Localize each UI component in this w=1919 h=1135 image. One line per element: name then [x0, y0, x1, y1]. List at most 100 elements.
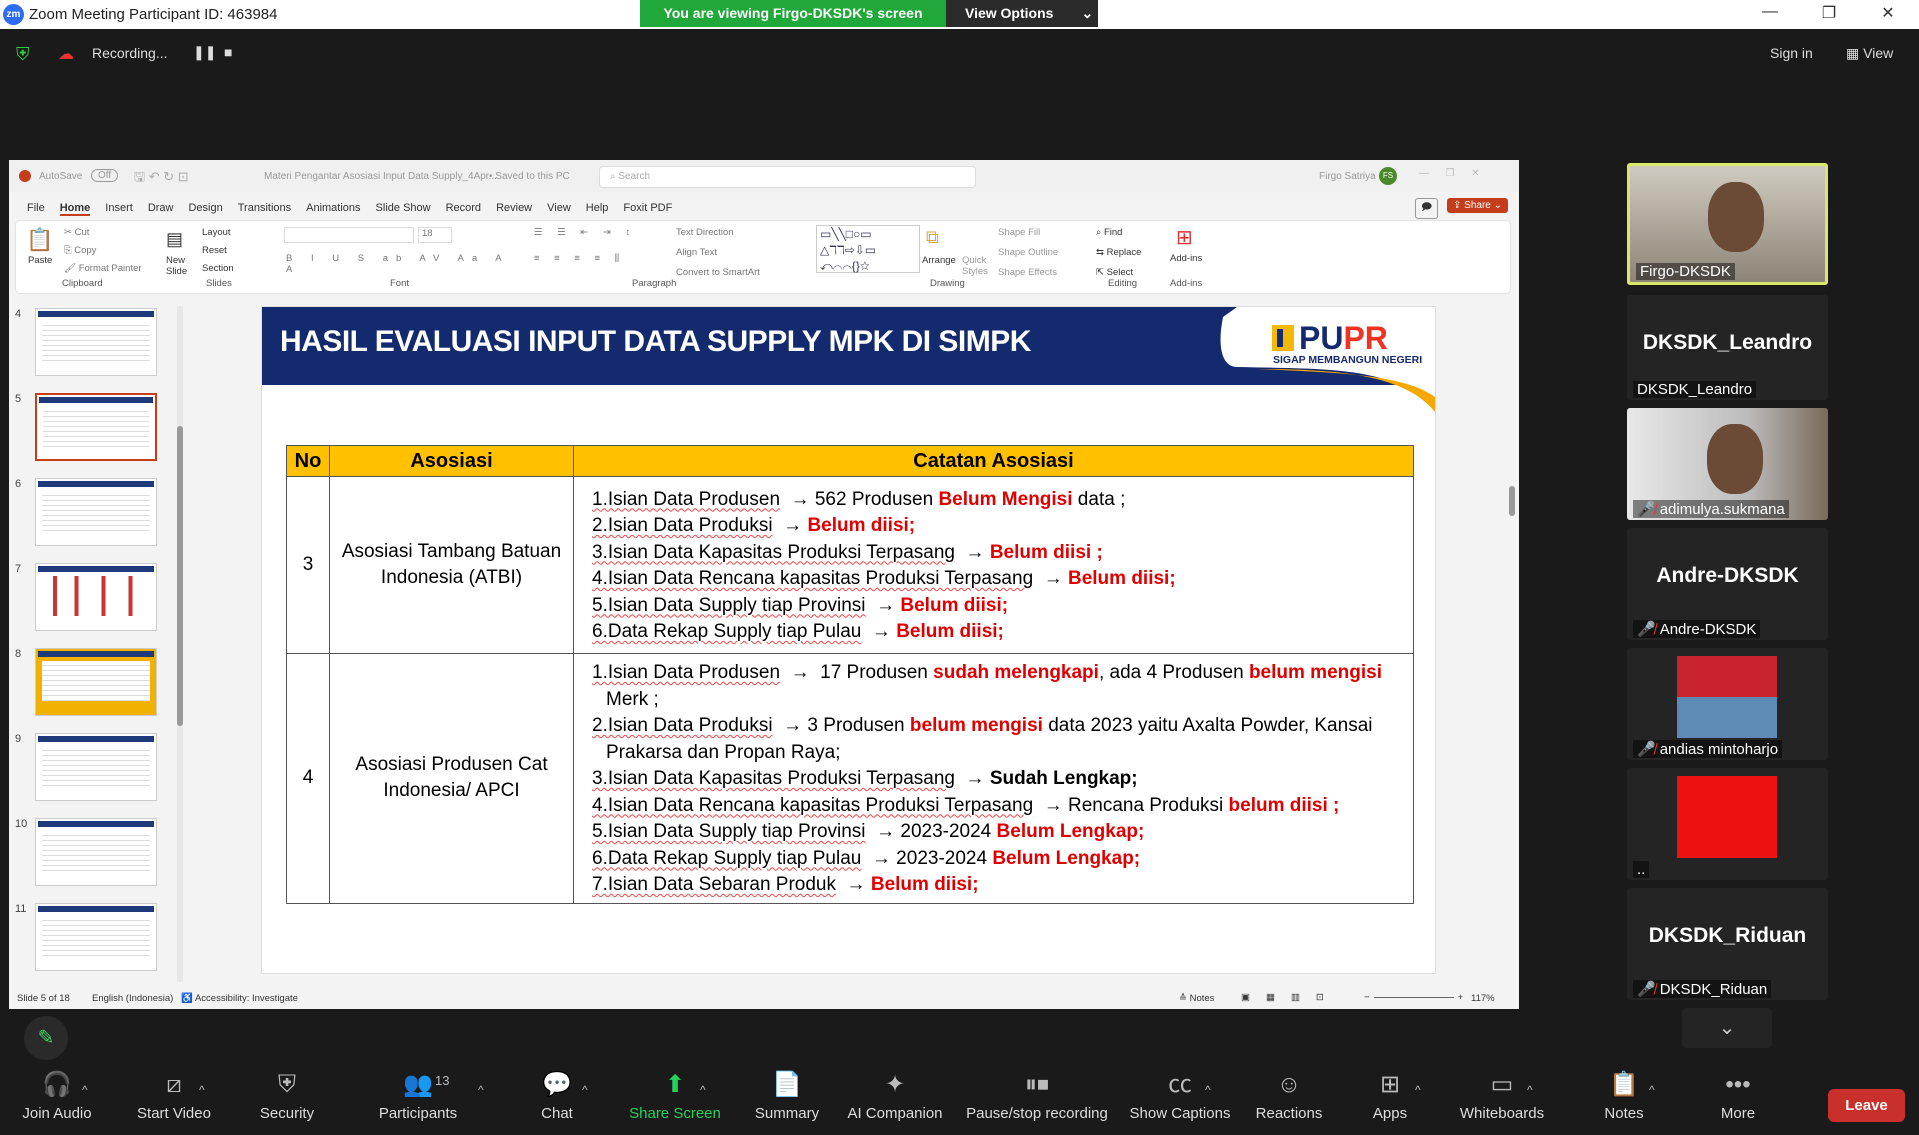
comments-button[interactable]: 🗩	[1415, 198, 1439, 219]
select-button[interactable]: ⇱ Select	[1096, 267, 1133, 278]
arrange-button[interactable]: Arrange	[922, 255, 956, 266]
note-text: →	[954, 768, 990, 789]
participants-button[interactable]: 👥 13 ^ Participants	[343, 1065, 493, 1122]
participant-tile[interactable]: 🎤̸ adimulya.sukmana	[1627, 408, 1828, 520]
sign-in-button[interactable]: Sign in	[1770, 45, 1813, 61]
font-size-select[interactable]: 18	[418, 227, 452, 243]
user-avatar[interactable]: FS	[1379, 167, 1397, 185]
participant-tile[interactable]: ..	[1627, 768, 1828, 880]
minimize-button[interactable]: —	[1750, 3, 1790, 21]
participant-tile[interactable]: Firgo-DKSDK	[1627, 163, 1828, 285]
zoom-level[interactable]: 117%	[1471, 993, 1495, 1004]
accessibility-status[interactable]: ♿ Accessibility: Investigate	[181, 993, 298, 1004]
security-button[interactable]: ⛨ Security	[212, 1065, 362, 1122]
copy-button[interactable]: ⎘ Copy	[64, 245, 96, 256]
quick-access-icons[interactable]: 🖫 ↶ ↻ ⊡	[134, 168, 189, 190]
share-button[interactable]: ⇪ Share ⌄	[1447, 198, 1509, 213]
shield-check-icon[interactable]: ⛨	[16, 44, 30, 65]
slide-thumbnail[interactable]	[35, 818, 157, 886]
autosave-toggle[interactable]: Off	[91, 169, 119, 182]
leave-button[interactable]: Leave	[1828, 1089, 1905, 1122]
status-highlight: Belum Lengkap;	[996, 821, 1145, 842]
font-name-select[interactable]	[284, 227, 414, 243]
tab-insert[interactable]: Insert	[105, 202, 133, 214]
view-mode-buttons[interactable]: ▣▦▥⊡	[1241, 992, 1340, 1003]
participant-tile[interactable]: DKSDK_Riduan 🎤̸ DKSDK_Riduan	[1627, 888, 1828, 1000]
view-options-button[interactable]: View Options ⌄	[946, 0, 1098, 27]
ai-companion-button[interactable]: ✦ AI Companion	[820, 1065, 970, 1122]
caret-up-icon[interactable]: ^	[1415, 1083, 1421, 1097]
shape-effects-button[interactable]: Shape Effects	[998, 267, 1057, 278]
quick-styles-button[interactable]: Quick Styles	[962, 255, 992, 277]
new-slide-button[interactable]: New Slide	[166, 255, 194, 277]
more-button[interactable]: ••• More	[1663, 1065, 1813, 1122]
format-painter-button[interactable]: 🖌 Format Painter	[64, 263, 142, 274]
caret-up-icon[interactable]: ^	[1205, 1083, 1211, 1097]
tab-design[interactable]: Design	[188, 202, 222, 214]
slide-thumbnail[interactable]	[35, 563, 157, 631]
toolbar-label: More	[1720, 1105, 1756, 1122]
slide-thumbnail[interactable]	[35, 648, 157, 716]
notes-button[interactable]: ≙ Notes	[1179, 993, 1214, 1004]
tab-help[interactable]: Help	[586, 202, 609, 214]
reset-button[interactable]: Reset	[202, 245, 227, 256]
shape-outline-button[interactable]: Shape Outline	[998, 247, 1058, 258]
slide-thumbnail[interactable]	[35, 903, 157, 971]
participant-tile[interactable]: Andre-DKSDK 🎤̸ Andre-DKSDK	[1627, 528, 1828, 640]
slide-scrollbar[interactable]	[1509, 306, 1515, 982]
caret-up-icon[interactable]: ^	[582, 1083, 588, 1097]
shapes-gallery[interactable]: ▭╲╲□○▭ △ℸℸ⇨⇩▭ ⤺⌒⌒{}☆	[816, 225, 920, 273]
caret-up-icon[interactable]: ^	[1527, 1083, 1533, 1097]
participant-tile[interactable]: 🎤̸ andias mintoharjo	[1627, 648, 1828, 760]
tab-animations[interactable]: Animations	[306, 202, 360, 214]
pause-stop-recording-button[interactable]: ⏸⏹ Pause/stop recording	[962, 1065, 1112, 1122]
scroll-participants-down-button[interactable]: ⌄	[1682, 1008, 1772, 1048]
tab-transitions[interactable]: Transitions	[238, 202, 291, 214]
pause-recording-button[interactable]: ❚❚	[193, 44, 216, 61]
ppt-window-controls[interactable]: — ❐ ✕	[1419, 168, 1480, 179]
thumbnail-content	[42, 916, 150, 956]
caret-up-icon[interactable]: ^	[700, 1083, 706, 1097]
caret-up-icon[interactable]: ^	[199, 1083, 205, 1097]
tab-slide-show[interactable]: Slide Show	[376, 202, 431, 214]
thumbnail-scrollbar[interactable]	[177, 306, 183, 982]
font-format-buttons[interactable]: B I U S ab AV Aa A A	[286, 253, 522, 275]
shape-fill-button[interactable]: Shape Fill	[998, 227, 1040, 238]
caret-up-icon[interactable]: ^	[82, 1083, 88, 1097]
tab-file[interactable]: File	[27, 202, 45, 214]
row-number: 3	[286, 476, 330, 654]
align-buttons[interactable]: ≡ ≡ ≡ ≡ ⫼	[534, 253, 625, 264]
cut-button[interactable]: ✂ Cut	[64, 227, 89, 238]
tab-view[interactable]: View	[547, 202, 571, 214]
addins-icon: ⊞	[1176, 227, 1193, 249]
addins-button[interactable]: Add-ins	[1170, 253, 1202, 264]
language-status[interactable]: English (Indonesia)	[92, 993, 173, 1004]
search-input[interactable]: ⌕ Search	[599, 166, 976, 188]
slide-thumbnail[interactable]	[35, 308, 157, 376]
find-button[interactable]: ⌕ Find	[1096, 227, 1122, 238]
zoom-slider[interactable]: − +	[1364, 992, 1463, 1003]
slide-thumbnail[interactable]	[35, 733, 157, 801]
restore-button[interactable]: ❐	[1809, 3, 1849, 23]
slide-thumbnail[interactable]	[35, 478, 157, 546]
tab-review[interactable]: Review	[496, 202, 532, 214]
list-buttons[interactable]: ☰ ☰ ⇤ ⇥ ↕	[534, 227, 636, 238]
annotate-pencil-icon[interactable]: ✎	[24, 1016, 68, 1060]
slide-thumbnail[interactable]	[35, 393, 157, 461]
paste-button[interactable]: Paste	[28, 255, 52, 266]
caret-up-icon[interactable]: ^	[1649, 1083, 1655, 1097]
tab-home[interactable]: Home	[59, 202, 91, 216]
text-direction-button[interactable]: Text Direction	[676, 227, 734, 238]
tab-foxit-pdf[interactable]: Foxit PDF	[623, 202, 672, 214]
view-button[interactable]: ▦ View	[1846, 45, 1893, 62]
stop-recording-button[interactable]: ■	[224, 44, 232, 60]
align-text-button[interactable]: Align Text	[676, 247, 717, 258]
tab-record[interactable]: Record	[446, 202, 481, 214]
layout-button[interactable]: Layout	[202, 227, 231, 238]
section-button[interactable]: Section	[202, 263, 234, 274]
participant-tile[interactable]: DKSDK_Leandro DKSDK_Leandro	[1627, 295, 1828, 400]
convert-smartart-button[interactable]: Convert to SmartArt	[676, 267, 760, 278]
tab-draw[interactable]: Draw	[148, 202, 174, 214]
close-button[interactable]: ✕	[1868, 3, 1908, 23]
replace-button[interactable]: ⇆ Replace	[1096, 247, 1141, 258]
